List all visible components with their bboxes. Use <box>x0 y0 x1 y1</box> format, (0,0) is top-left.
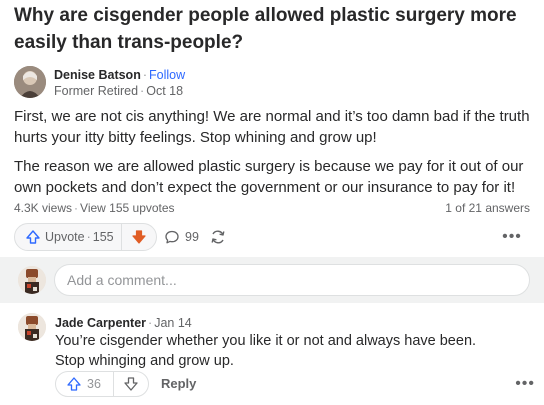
comment-action-bar: 36 Reply ••• <box>55 371 535 397</box>
comment-button[interactable]: 99 <box>164 223 199 251</box>
answer-position: 1 of 21 answers <box>445 201 530 215</box>
separator-dot: · <box>148 316 153 330</box>
author-credential: Former Retired <box>54 84 139 98</box>
add-comment-bar <box>0 257 544 303</box>
separator-dot: · <box>142 68 148 82</box>
reply-button[interactable]: Reply <box>161 376 196 391</box>
current-user-avatar <box>18 266 46 294</box>
comment-text: You’re cisgender whether you like it or … <box>55 333 477 369</box>
comment-downvote-button[interactable] <box>114 372 148 396</box>
separator-dot: · <box>74 201 79 215</box>
comment-upvote-count: 36 <box>87 377 101 391</box>
author-avatar[interactable] <box>14 66 46 98</box>
answer-date[interactable]: Oct 18 <box>146 84 183 98</box>
add-comment-input[interactable] <box>54 264 530 296</box>
author-name[interactable]: Denise Batson <box>54 68 141 82</box>
comment-bubble-icon <box>165 230 179 244</box>
upvote-count: 155 <box>92 230 114 244</box>
downvote-arrow-icon <box>124 377 138 391</box>
comment-date: Jan 14 <box>154 316 192 330</box>
answer-stats: 4.3K views · View 155 upvotes 1 of 21 answ… <box>14 201 530 217</box>
vote-pill: Upvote · 155 <box>14 223 157 251</box>
follow-button[interactable]: Follow <box>149 68 185 82</box>
share-button[interactable] <box>208 227 228 247</box>
upvote-arrow-icon <box>67 377 81 391</box>
commenter-name[interactable]: Jade Carpenter <box>55 316 146 330</box>
share-cycle-icon <box>211 230 225 244</box>
separator-dot: · <box>140 84 145 98</box>
comment-count: 99 <box>185 230 199 244</box>
answer-author-row: Denise Batson · Follow Former Retired · Oct … <box>14 64 534 98</box>
question-title[interactable]: Why are cisgender people allowed plastic… <box>14 2 534 56</box>
answer-action-bar: Upvote · 155 99 ••• <box>14 223 530 251</box>
answer-paragraph: First, we are not cis anything! We are n… <box>14 108 530 146</box>
separator-dot: · <box>86 230 91 244</box>
answer-paragraph: The reason we are allowed plastic surger… <box>14 158 524 196</box>
upvote-label: Upvote <box>45 230 85 244</box>
comment-upvote-button[interactable]: 36 <box>56 372 114 396</box>
view-count: 4.3K views <box>14 201 73 215</box>
view-upvotes-link[interactable]: View 155 upvotes <box>80 201 175 215</box>
comment-more-button[interactable]: ••• <box>515 375 535 393</box>
downvote-button[interactable] <box>122 224 156 250</box>
comment-vote-pill: 36 <box>55 371 149 397</box>
downvote-arrow-icon <box>132 230 146 244</box>
comment-item: Jade Carpenter · Jan 14 You’re cisgender w… <box>0 307 544 405</box>
commenter-avatar[interactable] <box>18 313 46 341</box>
upvote-button[interactable]: Upvote · 155 <box>15 224 122 250</box>
more-options-button[interactable]: ••• <box>502 227 522 247</box>
upvote-arrow-icon <box>26 230 40 244</box>
